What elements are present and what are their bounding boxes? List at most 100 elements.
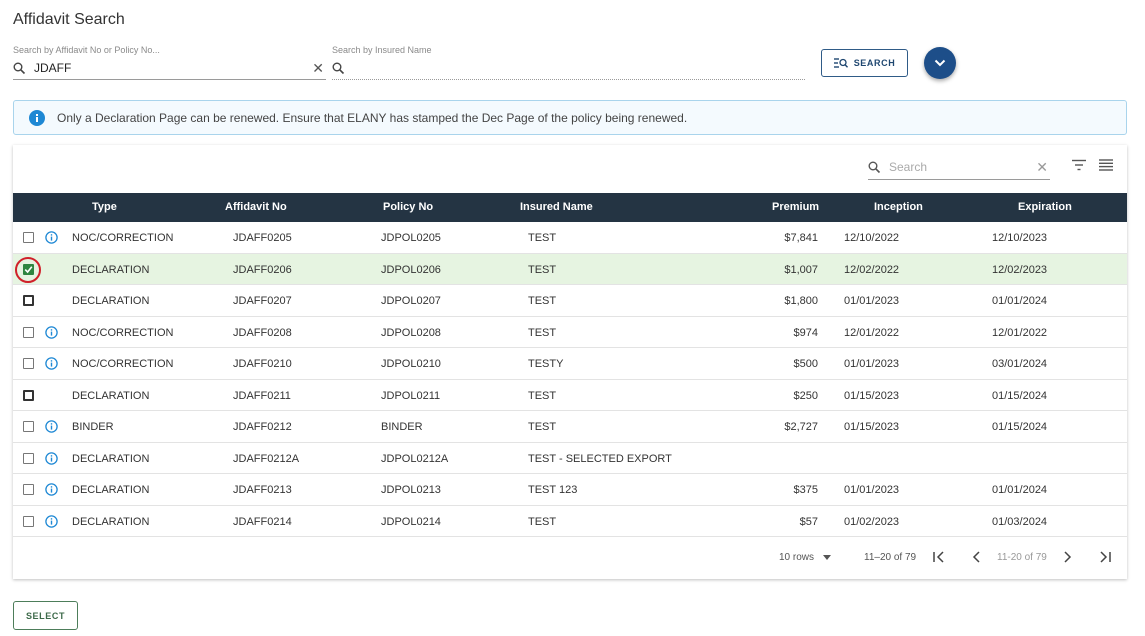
cell-insured-name: TEST bbox=[528, 263, 557, 276]
row-checkbox[interactable] bbox=[23, 515, 34, 527]
cell-policy-no: JDPOL0212A bbox=[381, 452, 449, 465]
cell-premium: $500 bbox=[793, 358, 818, 370]
previous-page-icon[interactable] bbox=[972, 551, 981, 563]
table-row[interactable]: NOC/CORRECTION JDAFF0208 JDPOL0208 TEST $974… bbox=[13, 317, 1127, 348]
cell-policy-no: JDPOL0214 bbox=[381, 515, 441, 528]
row-checkbox[interactable] bbox=[23, 484, 34, 495]
info-icon[interactable] bbox=[45, 514, 58, 528]
search-button-label: SEARCH bbox=[853, 58, 896, 68]
chevron-down-icon bbox=[934, 59, 946, 67]
cell-insured-name: TEST - SELECTED EXPORT bbox=[528, 452, 672, 465]
cell-affidavit-no: JDAFF0213 bbox=[233, 484, 292, 496]
cell-insured-name: TEST bbox=[528, 295, 557, 307]
select-button-label: SELECT bbox=[25, 610, 66, 621]
cell-type: NOC/CORRECTION bbox=[72, 326, 174, 339]
cell-policy-no: JDPOL0205 bbox=[381, 232, 441, 244]
row-checkbox[interactable] bbox=[23, 389, 34, 401]
search-icon bbox=[332, 62, 345, 74]
rows-per-page-select[interactable]: 10 rows bbox=[779, 552, 831, 563]
cell-expiration: 12/02/2023 bbox=[992, 263, 1048, 276]
insured-search-label: Search by Insured Name bbox=[332, 45, 432, 55]
cell-inception: 01/01/2023 bbox=[844, 358, 900, 370]
next-page-icon[interactable] bbox=[1063, 551, 1072, 563]
row-checkbox[interactable] bbox=[23, 452, 34, 464]
column-header-insured-name[interactable]: Insured Name bbox=[520, 201, 593, 213]
info-icon[interactable] bbox=[45, 325, 58, 339]
row-checkbox[interactable] bbox=[23, 358, 34, 369]
cell-affidavit-no: JDAFF0210 bbox=[233, 358, 292, 370]
cell-insured-name: TEST bbox=[528, 421, 557, 433]
info-icon[interactable] bbox=[45, 451, 58, 465]
search-button[interactable]: SEARCH bbox=[821, 49, 908, 77]
cell-affidavit-no: JDAFF0206 bbox=[233, 263, 292, 276]
info-icon bbox=[29, 109, 45, 126]
cell-inception: 01/02/2023 bbox=[844, 515, 900, 528]
table-body: NOC/CORRECTION JDAFF0205 JDPOL0205 TEST $7,8… bbox=[13, 222, 1127, 537]
cell-expiration: 12/10/2023 bbox=[992, 232, 1048, 244]
pagination-range-secondary: 11-20 of 79 bbox=[997, 552, 1047, 563]
info-icon[interactable] bbox=[45, 357, 58, 370]
cell-premium: $7,841 bbox=[784, 232, 818, 244]
cell-policy-no: JDPOL0206 bbox=[381, 263, 441, 276]
table-row[interactable]: BINDER JDAFF0212 BINDER TEST $2,727 01/15/202… bbox=[13, 411, 1127, 443]
row-checkbox[interactable] bbox=[23, 295, 34, 306]
cell-insured-name: TEST bbox=[528, 515, 557, 528]
cell-premium: $1,800 bbox=[784, 295, 818, 307]
cell-inception: 01/01/2023 bbox=[844, 484, 900, 496]
cell-type: DECLARATION bbox=[72, 515, 150, 528]
cell-expiration: 01/03/2024 bbox=[992, 515, 1048, 528]
cell-affidavit-no: JDAFF0208 bbox=[233, 326, 292, 339]
caret-down-icon bbox=[822, 555, 831, 560]
info-icon[interactable] bbox=[45, 483, 58, 496]
cell-policy-no: JDPOL0208 bbox=[381, 326, 441, 339]
column-header-type[interactable]: Type bbox=[92, 201, 117, 213]
affidavit-search-input[interactable]: JDAFF bbox=[34, 61, 312, 75]
table-row[interactable]: DECLARATION JDAFF0213 JDPOL0213 TEST 123 $37… bbox=[13, 474, 1127, 506]
clear-icon[interactable]: ✕ bbox=[312, 61, 324, 75]
table-row[interactable]: DECLARATION JDAFF0206 JDPOL0206 TEST $1,007 1… bbox=[13, 253, 1127, 285]
filter-icon[interactable] bbox=[1072, 159, 1086, 171]
row-checkbox[interactable] bbox=[23, 232, 34, 243]
info-icon[interactable] bbox=[45, 420, 58, 433]
cell-expiration: 12/01/2022 bbox=[992, 326, 1048, 339]
cell-type: NOC/CORRECTION bbox=[72, 358, 174, 370]
cell-inception: 12/01/2022 bbox=[844, 326, 900, 339]
affidavit-search-field[interactable]: Search by Affidavit No or Policy No... J… bbox=[13, 45, 326, 81]
last-page-icon[interactable] bbox=[1099, 551, 1112, 563]
select-button[interactable]: SELECT bbox=[13, 601, 78, 630]
column-header-premium[interactable]: Premium bbox=[772, 201, 819, 213]
insured-search-field[interactable]: Search by Insured Name bbox=[332, 45, 805, 81]
row-checkbox[interactable] bbox=[23, 326, 34, 338]
table-search-field[interactable]: Search ✕ bbox=[868, 155, 1050, 180]
table-search-input[interactable]: Search bbox=[889, 160, 1036, 174]
table-row[interactable]: DECLARATION JDAFF0211 JDPOL0211 TEST $250 01/… bbox=[13, 380, 1127, 411]
table-row[interactable]: DECLARATION JDAFF0207 JDPOL0207 TEST $1,800 0… bbox=[13, 285, 1127, 317]
cell-affidavit-no: JDAFF0214 bbox=[233, 515, 292, 528]
table-row[interactable]: NOC/CORRECTION JDAFF0210 JDPOL0210 TESTY $50… bbox=[13, 348, 1127, 380]
table-row[interactable]: DECLARATION JDAFF0214 JDPOL0214 TEST $57 01/0… bbox=[13, 506, 1127, 537]
table-row[interactable]: NOC/CORRECTION JDAFF0205 JDPOL0205 TEST $7,8… bbox=[13, 222, 1127, 254]
row-checkbox[interactable] bbox=[23, 421, 34, 432]
column-header-policy-no[interactable]: Policy No bbox=[383, 201, 433, 213]
first-page-icon[interactable] bbox=[932, 551, 945, 563]
cell-expiration: 01/15/2024 bbox=[992, 389, 1048, 402]
clear-icon[interactable]: ✕ bbox=[1036, 160, 1048, 174]
expand-filters-button[interactable] bbox=[924, 47, 956, 79]
row-checkbox[interactable] bbox=[23, 263, 34, 275]
pagination-range: 11–20 of 79 bbox=[864, 552, 917, 563]
cell-insured-name: TESTY bbox=[528, 358, 564, 370]
cell-inception: 12/10/2022 bbox=[844, 232, 900, 244]
cell-policy-no: JDPOL0210 bbox=[381, 358, 441, 370]
pagination-bar: 10 rows 11–20 of 79 11-20 of 79 bbox=[13, 539, 1127, 579]
column-header-affidavit-no[interactable]: Affidavit No bbox=[225, 201, 287, 213]
table-row[interactable]: DECLARATION JDAFF0212A JDPOL0212A TEST - SE… bbox=[13, 443, 1127, 474]
cell-type: DECLARATION bbox=[72, 295, 150, 307]
info-icon[interactable] bbox=[45, 231, 58, 244]
cell-premium: $250 bbox=[793, 389, 818, 402]
column-header-expiration[interactable]: Expiration bbox=[1018, 201, 1072, 213]
affidavit-search-label: Search by Affidavit No or Policy No... bbox=[13, 45, 160, 55]
columns-menu-icon[interactable] bbox=[1099, 159, 1113, 171]
cell-type: DECLARATION bbox=[72, 452, 150, 465]
column-header-inception[interactable]: Inception bbox=[874, 201, 923, 213]
cell-premium: $1,007 bbox=[784, 263, 818, 276]
